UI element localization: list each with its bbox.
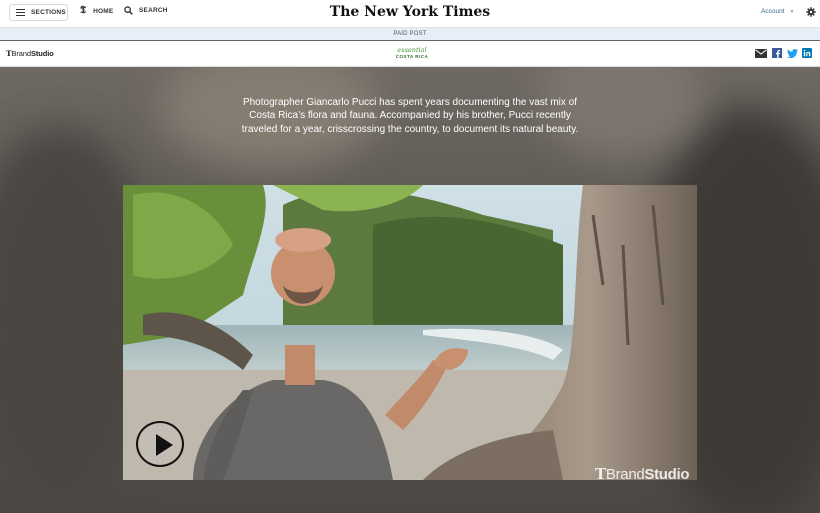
brand-bar: TBrandStudio essential COSTA RICA bbox=[0, 41, 820, 67]
video-watermark: TBrandStudio bbox=[595, 465, 690, 483]
nyt-logo[interactable]: The New York Times bbox=[0, 4, 820, 20]
account-label: Account bbox=[761, 8, 785, 15]
intro-paragraph: Photographer Giancarlo Pucci has spent y… bbox=[241, 97, 579, 135]
video-player[interactable] bbox=[123, 185, 697, 480]
video-still-image bbox=[123, 185, 697, 480]
account-menu[interactable]: Account ▼ bbox=[761, 8, 794, 15]
gear-icon[interactable] bbox=[806, 7, 816, 17]
sponsor-logo[interactable]: essential COSTA RICA bbox=[388, 46, 436, 60]
linkedin-icon[interactable] bbox=[802, 48, 812, 58]
top-navigation: SECTIONS 𝕿 HOME SEARCH The New York Time… bbox=[0, 0, 820, 28]
tbrandstudio-logo[interactable]: TBrandStudio bbox=[6, 49, 54, 58]
email-icon[interactable] bbox=[755, 49, 767, 58]
chevron-down-icon: ▼ bbox=[789, 8, 795, 15]
sponsor-script: essential bbox=[397, 46, 427, 54]
twitter-icon[interactable] bbox=[787, 49, 798, 58]
play-icon bbox=[156, 434, 173, 456]
sponsor-name: COSTA RICA bbox=[395, 54, 429, 59]
facebook-icon[interactable] bbox=[772, 48, 782, 58]
paid-post-banner: PAID POST bbox=[0, 28, 820, 40]
play-button[interactable] bbox=[136, 421, 184, 467]
